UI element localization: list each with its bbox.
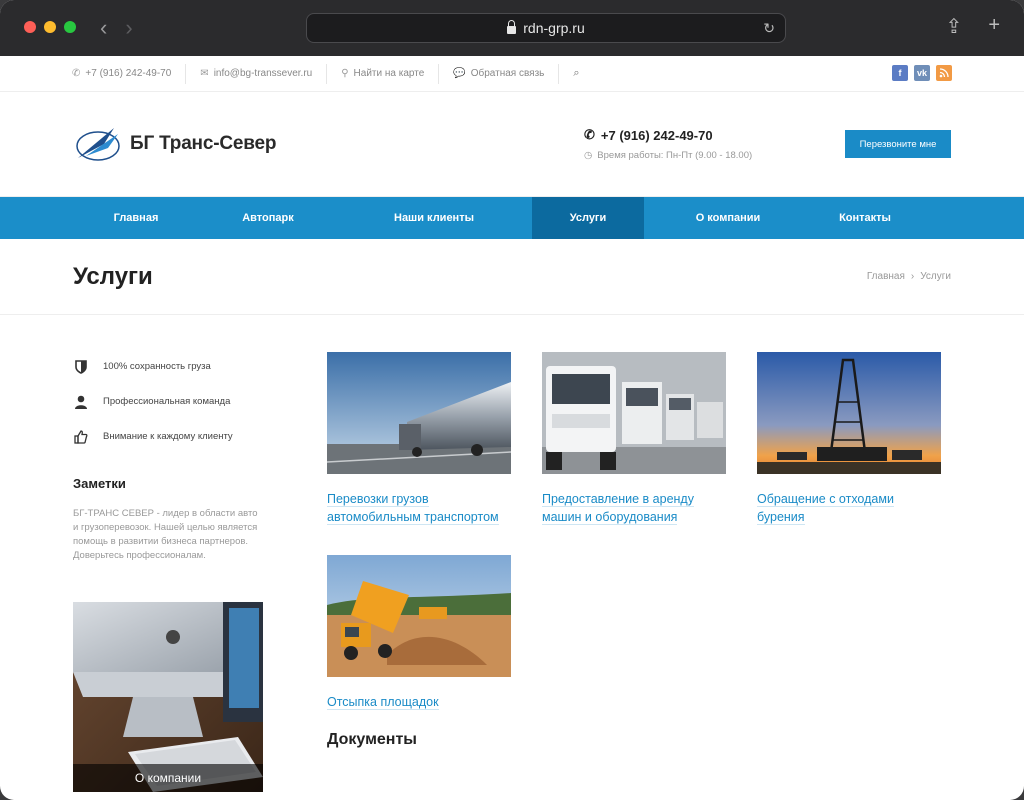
shield-icon — [73, 359, 89, 374]
phone-icon: ✆ — [72, 68, 81, 79]
forward-arrow-icon[interactable]: › — [125, 15, 132, 41]
rss-icon[interactable] — [936, 65, 952, 81]
thumbs-up-icon — [73, 429, 89, 444]
promo-caption: О компании — [73, 764, 263, 792]
service-image — [327, 352, 511, 474]
header-phone[interactable]: ✆ +7 (916) 242-49-70 — [584, 127, 752, 143]
feature-text: 100% сохранность груза — [103, 361, 211, 372]
topbar-email-text: info@bg-transsever.ru — [213, 68, 313, 79]
browser-actions: ⇪ + — [946, 14, 1000, 39]
address-bar[interactable]: rdn-grp.ru ↻ — [306, 13, 786, 43]
notes-text: БГ-ТРАНС СЕВЕР - лидер в области авто и … — [73, 508, 258, 561]
topbar-email[interactable]: ✉ info@bg-transsever.ru — [186, 63, 328, 84]
callback-button[interactable]: Перезвоните мне — [845, 130, 951, 158]
main-navigation: Главная Автопарк Наши клиенты Услуги О к… — [0, 197, 1024, 239]
top-info-bar: ✆ +7 (916) 242-49-70 ✉ info@bg-transseve… — [0, 56, 1024, 92]
nav-item-services[interactable]: Услуги — [532, 197, 644, 239]
browser-toolbar: ‹ › rdn-grp.ru ↻ ⇪ + — [0, 0, 1024, 56]
trucks-fleet-image — [542, 352, 726, 474]
feature-item: Внимание к каждому клиенту — [73, 419, 263, 454]
header-phone-text: +7 (916) 242-49-70 — [600, 127, 713, 143]
service-card[interactable]: Перевозки грузов автомобильным транспорт… — [327, 352, 511, 526]
drilling-rig-image — [757, 352, 941, 474]
search-icon[interactable]: ⌕ — [559, 67, 593, 80]
reload-icon[interactable]: ↻ — [763, 20, 775, 37]
logo-text: БГ Транс-Север — [130, 133, 277, 154]
sidebar: 100% сохранность груза Профессиональная … — [73, 349, 263, 792]
history-nav: ‹ › — [100, 15, 133, 41]
service-title[interactable]: Отсыпка площадок — [327, 695, 439, 710]
service-card[interactable]: Предоставление в аренду машин и оборудов… — [542, 352, 726, 526]
back-arrow-icon[interactable]: ‹ — [100, 15, 107, 41]
documents-heading: Документы — [327, 731, 417, 748]
feature-text: Внимание к каждому клиенту — [103, 431, 233, 442]
service-title[interactable]: Обращение с отходами бурения — [757, 492, 894, 525]
chevron-right-icon: › — [910, 271, 915, 282]
nav-item-contacts[interactable]: Контакты — [812, 197, 918, 239]
header-contact: ✆ +7 (916) 242-49-70 ◷ Время работы: Пн-… — [584, 127, 752, 161]
topbar-map-text: Найти на карте — [353, 68, 425, 79]
minimize-window-button[interactable] — [44, 21, 56, 33]
close-window-button[interactable] — [24, 21, 36, 33]
new-tab-icon[interactable]: + — [988, 14, 1000, 39]
service-card[interactable]: Обращение с отходами бурения — [757, 352, 941, 526]
url-text: rdn-grp.ru — [523, 20, 585, 36]
topbar-phone-text: +7 (916) 242-49-70 — [85, 68, 172, 79]
chat-bubbles-icon: 💬 — [453, 68, 466, 79]
page-content: 100% сохранность груза Профессиональная … — [0, 315, 1024, 792]
service-image — [542, 352, 726, 474]
breadcrumb-current: Услуги — [920, 271, 951, 282]
service-title[interactable]: Предоставление в аренду машин и оборудов… — [542, 492, 694, 525]
notes-heading: Заметки — [73, 476, 126, 491]
service-image — [327, 555, 511, 677]
service-card[interactable]: Отсыпка площадок — [327, 555, 511, 711]
page-title: Услуги — [73, 263, 153, 290]
social-links: f vk — [892, 65, 952, 81]
site-logo[interactable]: БГ Транс-Север — [74, 124, 276, 164]
zoom-window-button[interactable] — [64, 21, 76, 33]
topbar-phone[interactable]: ✆ +7 (916) 242-49-70 — [72, 63, 187, 84]
browser-window: ‹ › rdn-grp.ru ↻ ⇪ + ✆ +7 (916) 242-49-7… — [0, 0, 1024, 800]
tanker-truck-image — [327, 352, 511, 474]
logo-emblem-icon — [76, 128, 120, 161]
service-image — [757, 352, 941, 474]
feature-item: Профессиональная команда — [73, 384, 263, 419]
breadcrumb-home[interactable]: Главная — [867, 271, 905, 282]
topbar-feedback-text: Обратная связь — [470, 68, 545, 79]
facebook-icon[interactable]: f — [892, 65, 908, 81]
page-title-bar: Услуги Главная › Услуги — [0, 239, 1024, 315]
service-title[interactable]: Перевозки грузов автомобильным транспорт… — [327, 492, 499, 525]
nav-item-fleet[interactable]: Автопарк — [200, 197, 336, 239]
about-promo-banner[interactable]: О компании — [73, 602, 263, 792]
nav-item-home[interactable]: Главная — [72, 197, 200, 239]
lock-icon — [507, 20, 517, 34]
nav-item-clients[interactable]: Наши клиенты — [336, 197, 532, 239]
phone-icon: ✆ — [584, 127, 595, 142]
vkontakte-icon[interactable]: vk — [914, 65, 930, 81]
working-hours-text: Время работы: Пн-Пт (9.00 - 18.00) — [597, 150, 753, 161]
share-icon[interactable]: ⇪ — [946, 14, 963, 39]
feature-text: Профессиональная команда — [103, 396, 231, 407]
envelope-icon: ✉ — [200, 68, 209, 79]
topbar-map-link[interactable]: ⚲ Найти на карте — [327, 63, 440, 84]
nav-item-about[interactable]: О компании — [644, 197, 812, 239]
breadcrumb: Главная › Услуги — [867, 271, 951, 282]
working-hours: ◷ Время работы: Пн-Пт (9.00 - 18.00) — [584, 150, 752, 161]
clock-icon: ◷ — [584, 150, 593, 161]
dump-truck-image — [327, 555, 511, 677]
feature-item: 100% сохранность груза — [73, 349, 263, 384]
site-header: БГ Транс-Север ✆ +7 (916) 242-49-70 ◷ Вр… — [0, 92, 1024, 197]
window-controls — [24, 21, 76, 33]
map-pin-icon: ⚲ — [341, 68, 349, 79]
user-icon — [73, 395, 89, 409]
topbar-feedback-link[interactable]: 💬 Обратная связь — [439, 63, 560, 84]
